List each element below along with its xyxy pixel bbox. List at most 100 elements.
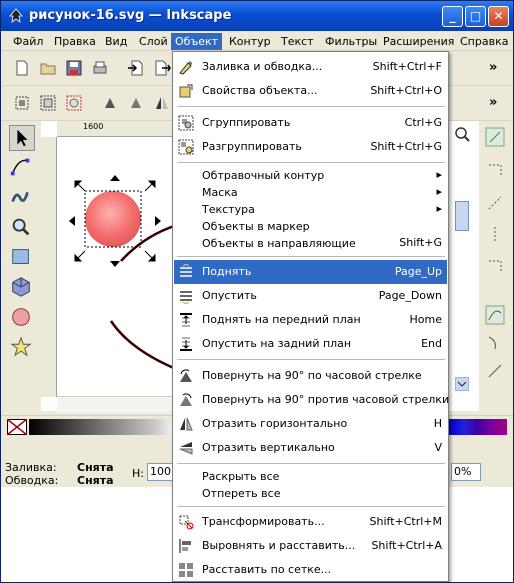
rotate-ccw-toolbar-icon[interactable] (101, 94, 119, 112)
export-icon[interactable] (153, 59, 171, 77)
selector-tool[interactable] (9, 125, 35, 151)
menu-object[interactable]: Объект (171, 33, 223, 50)
save-icon[interactable] (65, 59, 83, 77)
snap-bbox-icon[interactable] (485, 161, 505, 181)
star-tool[interactable] (9, 335, 35, 361)
no-paint-swatch-icon[interactable] (7, 419, 27, 435)
tweak-tool[interactable] (9, 185, 35, 211)
menu-item-label: Отразить горизонтально (202, 417, 348, 430)
menu-item-raise-to-top[interactable]: Поднять на передний план Home (174, 308, 447, 332)
snap-nodes-icon[interactable] (485, 193, 505, 213)
menu-item-flip-horizontal[interactable]: Отразить горизонтально H (174, 412, 447, 436)
invert-selection-icon[interactable] (65, 94, 83, 112)
menu-item-group[interactable]: Сгруппировать Ctrl+G (174, 111, 447, 135)
grayscale-swatches[interactable] (29, 419, 171, 435)
3dbox-tool[interactable] (9, 275, 35, 301)
vertical-scrollbar-thumb[interactable] (455, 201, 469, 231)
menu-item-object-properties[interactable]: Свойства объекта... Shift+Ctrl+O (174, 79, 447, 103)
toolbar-overflow-chevron-2[interactable]: » (489, 95, 497, 110)
close-button[interactable]: ✕ (488, 6, 509, 27)
menu-layer[interactable]: Слой (135, 33, 172, 50)
circle-icon (12, 308, 30, 326)
menu-item-objects-to-guides[interactable]: Объекты в направляющие Shift+G (174, 235, 447, 252)
print-icon[interactable] (91, 59, 109, 77)
menu-item-lower-to-bottom[interactable]: Опустить на задний план End (174, 332, 447, 356)
menu-item-lower[interactable]: Опустить Page_Down (174, 284, 447, 308)
menu-extensions[interactable]: Расширения (379, 33, 458, 50)
ellipse-tool[interactable] (9, 305, 35, 331)
dark-arc-lower-shape[interactable] (109, 320, 182, 373)
new-document-icon[interactable] (13, 59, 31, 77)
menu-item-label: Поднять на передний план (202, 313, 361, 326)
toolbar-overflow-chevron[interactable]: » (489, 60, 497, 75)
h-spinbox[interactable]: 100 (147, 463, 173, 481)
open-folder-icon[interactable] (39, 59, 57, 77)
menu-item-unlock-all[interactable]: Отпереть все (174, 485, 447, 502)
menu-item-arrange-grid[interactable]: Расставить по сетке... (174, 558, 447, 582)
fill-value[interactable]: Снята (77, 461, 114, 474)
vertical-ruler[interactable] (41, 137, 57, 397)
minimize-button[interactable]: _ (442, 6, 463, 27)
zoom-indicator-icon[interactable] (453, 125, 471, 143)
menu-item-ungroup[interactable]: Разгруппировать Shift+Ctrl+G (174, 135, 447, 159)
zoom-field[interactable]: 0% (451, 463, 481, 481)
menu-item-flip-vertical[interactable]: Отразить вертикально V (174, 436, 447, 460)
menu-item-objects-to-marker[interactable]: Объекты в маркер (174, 218, 447, 235)
menu-help[interactable]: Справка (456, 33, 512, 50)
node-tool[interactable] (9, 155, 35, 181)
horizontal-scrollbar[interactable] (57, 396, 177, 413)
selection-handles[interactable] (65, 171, 165, 271)
magnifier-icon (12, 218, 30, 236)
stroke-value[interactable]: Снята (77, 474, 114, 487)
menu-file[interactable]: Файл (9, 33, 47, 50)
color-swatches[interactable] (449, 419, 507, 435)
import-icon[interactable] (127, 59, 145, 77)
menu-separator (177, 162, 445, 163)
menu-item-label: Текстура (202, 203, 255, 216)
select-all-layers-icon[interactable] (39, 94, 57, 112)
menu-edit[interactable]: Правка (50, 33, 100, 50)
snap-tangent-icon[interactable] (485, 361, 505, 381)
menu-item-shortcut: Shift+Ctrl+G (370, 140, 442, 153)
menu-item-shortcut: V (434, 441, 442, 454)
menu-item-transform[interactable]: Трансформировать... Shift+Ctrl+M (174, 510, 447, 534)
maximize-button[interactable]: □ (465, 6, 486, 27)
ungroup-icon (178, 139, 194, 155)
fill-label: Заливка: (5, 461, 57, 474)
zoom-tool[interactable] (9, 215, 35, 241)
menu-item-rotate-cw[interactable]: Повернуть на 90° по часовой стрелке (174, 364, 447, 388)
menu-item-label: Сгруппировать (202, 116, 291, 129)
menu-filters[interactable]: Фильтры (321, 33, 381, 50)
select-all-icon[interactable] (13, 94, 31, 112)
menu-path[interactable]: Контур (225, 33, 275, 50)
menu-item-raise[interactable]: Поднять Page_Up (174, 260, 447, 284)
snap-controls-bar (479, 121, 513, 421)
raise-icon (180, 264, 192, 277)
menu-view[interactable]: Вид (101, 33, 131, 50)
menu-item-unhide-all[interactable]: Раскрыть все (174, 468, 447, 485)
menu-item-align-distribute[interactable]: Выровнять и расставить... Shift+Ctrl+A (174, 534, 447, 558)
horizontal-ruler[interactable]: 1600 (57, 121, 177, 137)
title-bar[interactable]: рисунок-16.svg — Inkscape _ □ ✕ (1, 1, 513, 31)
menu-text[interactable]: Текст (277, 33, 318, 50)
flip-toolbar-icon[interactable] (153, 94, 171, 112)
snap-intersection-icon[interactable] (485, 333, 505, 353)
menu-item-mask[interactable]: Маска ▸ (174, 184, 447, 201)
scroll-down-icon[interactable] (455, 377, 469, 391)
menu-item-clip[interactable]: Обтравочный контур ▸ (174, 167, 447, 184)
toolbox (1, 121, 41, 414)
menu-item-fill-stroke[interactable]: Заливка и обводка... Shift+Ctrl+F (174, 55, 447, 79)
snap-path-icon[interactable] (485, 305, 505, 325)
snap-center-icon[interactable] (485, 257, 505, 277)
snap-toggle-icon[interactable] (485, 127, 505, 147)
menu-item-label: Заливка и обводка... (202, 60, 323, 73)
window-title: рисунок-16.svg — Inkscape (29, 8, 232, 23)
rect-tool[interactable] (9, 245, 35, 271)
h-label: H: (132, 467, 144, 480)
menu-item-label: Свойства объекта... (202, 84, 318, 97)
rotate-cw-toolbar-icon[interactable] (127, 94, 145, 112)
snap-midpoint-icon[interactable] (485, 225, 505, 245)
menu-item-pattern[interactable]: Текстура ▸ (174, 201, 447, 218)
menu-item-rotate-ccw[interactable]: Повернуть на 90° против часовой стрелки (174, 388, 449, 412)
menu-item-label: Разгруппировать (202, 140, 302, 153)
